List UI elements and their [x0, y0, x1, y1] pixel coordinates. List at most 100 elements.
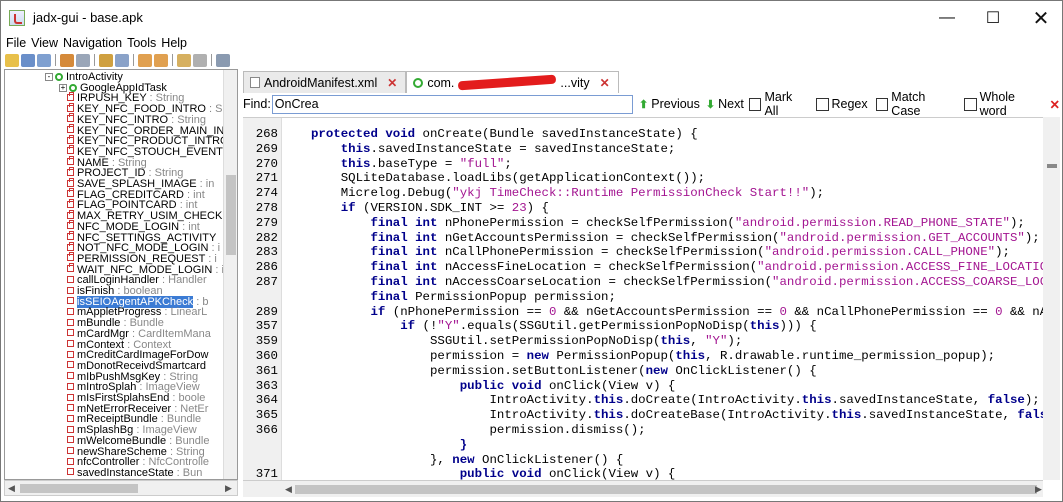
close-find-icon[interactable]: ✕ [1050, 97, 1060, 112]
toolbar [1, 52, 1062, 68]
scroll-right-icon[interactable]: ▶ [225, 483, 232, 494]
deobfuscation-icon[interactable] [177, 53, 191, 67]
tree-vertical-scrollbar[interactable] [223, 70, 237, 479]
forward-arrow-icon[interactable] [154, 53, 168, 67]
tree-item[interactable]: savedInstanceState : Bun [67, 466, 202, 479]
checkbox-box[interactable] [748, 97, 762, 111]
code-line[interactable]: 360 permission = new PermissionPopup(thi… [243, 349, 1043, 364]
next-button[interactable]: ⬇ Next [706, 97, 744, 111]
class-icon [55, 73, 63, 82]
flatten-packages-icon[interactable] [76, 53, 90, 67]
maximize-button[interactable]: ☐ [970, 1, 1016, 35]
code-line[interactable]: 365 IntroActivity.this.doCreateBase(Intr… [243, 408, 1043, 423]
open-file-icon[interactable] [5, 53, 19, 67]
code-text: final int nCallPhonePermission = checkSe… [370, 245, 1011, 260]
xml-file-icon [250, 77, 260, 88]
tree-hscroll-thumb[interactable] [20, 484, 138, 493]
menu-navigation[interactable]: Navigation [63, 34, 122, 52]
code-text: SQLiteDatabase.loadLibs(getApplicationCo… [311, 171, 706, 186]
code-line[interactable]: 371 public void onClick(View v) { [243, 467, 1043, 480]
code-line[interactable]: 268 protected void onCreate(Bundle savedI… [243, 127, 1043, 142]
code-vscroll-thumb[interactable] [1047, 164, 1057, 168]
expand-icon[interactable]: + [59, 83, 67, 92]
line-number: 270 [255, 156, 278, 171]
field-icon [67, 436, 74, 444]
code-vertical-scrollbar[interactable] [1043, 117, 1060, 480]
code-line[interactable]: 364 IntroActivity.this.doCreate(IntroAct… [243, 393, 1043, 408]
find-label: Find: [243, 97, 271, 111]
code-line[interactable]: 359 SSGUtil.setPermissionPopNoDisp(this,… [243, 334, 1043, 349]
code-text: if (!"Y".equals(SSGUtil.getPermissionPop… [400, 319, 817, 334]
scroll-right-icon[interactable]: ▶ [1035, 484, 1042, 495]
code-line[interactable]: 282 final int nGetAccountsPermission = c… [243, 231, 1043, 246]
tree-item-label: savedInstanceState [77, 466, 174, 479]
code-text: public void onClick(View v) { [459, 378, 676, 393]
code-line[interactable]: 278 if (VERSION.SDK_INT >= 23) { [243, 201, 1043, 216]
line-number: 278 [255, 201, 278, 215]
code-text: public void onClick(View v) { [459, 467, 676, 480]
code-line[interactable]: 283 final int nCallPhonePermission = che… [243, 245, 1043, 260]
mark-all-checkbox[interactable]: Mark All [748, 90, 808, 118]
tree-horizontal-scrollbar[interactable]: ◀ ▶ [4, 480, 238, 496]
code-line[interactable]: 289 if (nPhonePermission == 0 && nGetAcc… [243, 305, 1043, 320]
code-horizontal-scrollbar[interactable]: ◀ ▶ [243, 480, 1043, 497]
back-arrow-icon[interactable] [138, 53, 152, 67]
collapse-icon[interactable]: - [45, 73, 53, 82]
code-line[interactable]: 286 final int nAccessFineLocation = chec… [243, 260, 1043, 275]
editor-tabs: AndroidManifest.xml ✕ com. ...vity ✕ [243, 71, 619, 93]
code-line[interactable]: 357 if (!"Y".equals(SSGUtil.getPermissio… [243, 319, 1043, 334]
static-field-icon [67, 156, 74, 166]
log-viewer-icon[interactable] [193, 53, 207, 67]
code-hscroll-thumb[interactable] [295, 485, 1037, 494]
code-editor[interactable]: 268 protected void onCreate(Bundle savedI… [243, 117, 1043, 480]
menu-help[interactable]: Help [161, 34, 187, 52]
code-text: permission.setButtonListener(new OnClick… [311, 363, 817, 378]
tab-android-manifest[interactable]: AndroidManifest.xml ✕ [243, 71, 407, 93]
menu-file[interactable]: File [6, 34, 26, 52]
code-line[interactable]: 269 this.savedInstanceState = savedInsta… [243, 142, 1043, 157]
toolbar-separator [172, 54, 173, 66]
close-tab-icon[interactable]: ✕ [600, 76, 610, 90]
whole-word-checkbox[interactable]: Whole word [963, 90, 1044, 118]
menu-view[interactable]: View [31, 34, 58, 52]
code-line[interactable]: final PermissionPopup permission; [243, 290, 1043, 305]
scroll-left-icon[interactable]: ◀ [285, 484, 292, 495]
export-icon[interactable] [37, 53, 51, 67]
code-line[interactable]: 361 permission.setButtonListener(new OnC… [243, 364, 1043, 379]
code-line[interactable]: 366 permission.dismiss(); [243, 423, 1043, 438]
close-window-button[interactable]: ✕ [1018, 1, 1063, 35]
code-line[interactable]: } [243, 438, 1043, 453]
close-tab-icon[interactable]: ✕ [387, 76, 397, 90]
checkbox-box[interactable] [875, 97, 889, 111]
line-number: 283 [255, 245, 278, 260]
tree-vscroll-thumb[interactable] [226, 175, 236, 255]
static-field-icon [67, 188, 74, 198]
preferences-icon[interactable] [216, 53, 230, 67]
code-line[interactable]: 287 final int nAccessCoarseLocation = ch… [243, 275, 1043, 290]
text-search-icon[interactable] [99, 53, 113, 67]
code-line[interactable]: 271 SQLiteDatabase.loadLibs(getApplicati… [243, 171, 1043, 186]
toolbar-separator [133, 54, 134, 66]
code-line[interactable]: 270 this.baseType = "full"; [243, 157, 1043, 172]
menu-tools[interactable]: Tools [127, 34, 156, 52]
checkbox-box[interactable] [963, 97, 977, 111]
match-case-checkbox[interactable]: Match Case [875, 90, 956, 118]
tab-intro-activity[interactable]: com. ...vity ✕ [406, 71, 619, 93]
previous-button[interactable]: ⬆ Previous [639, 97, 700, 111]
code-line[interactable]: 363 public void onClick(View v) { [243, 379, 1043, 394]
save-all-icon[interactable] [21, 53, 35, 67]
find-input[interactable] [271, 94, 634, 114]
minimize-button[interactable]: — [924, 1, 970, 35]
find-bar: Find: ⬆ Previous ⬇ Next Mark All Regex M… [243, 90, 1060, 118]
code-line[interactable]: 274 Micrelog.Debug("ykj TimeCheck::Runti… [243, 186, 1043, 201]
code-line[interactable]: }, new OnClickListener() { [243, 453, 1043, 468]
regex-checkbox[interactable]: Regex [815, 97, 868, 111]
sync-tree-icon[interactable] [60, 53, 74, 67]
field-icon [67, 318, 74, 326]
scroll-left-icon[interactable]: ◀ [8, 483, 15, 494]
checkbox-box[interactable] [815, 97, 829, 111]
tree-item-type: : S [205, 103, 223, 116]
class-tree-panel[interactable]: - IntroActivity + GoogleAppIdTask IRPUSH_KEY… [4, 69, 238, 480]
class-search-icon[interactable] [115, 53, 129, 67]
code-line[interactable]: 279 final int nPhonePermission = checkSe… [243, 216, 1043, 231]
